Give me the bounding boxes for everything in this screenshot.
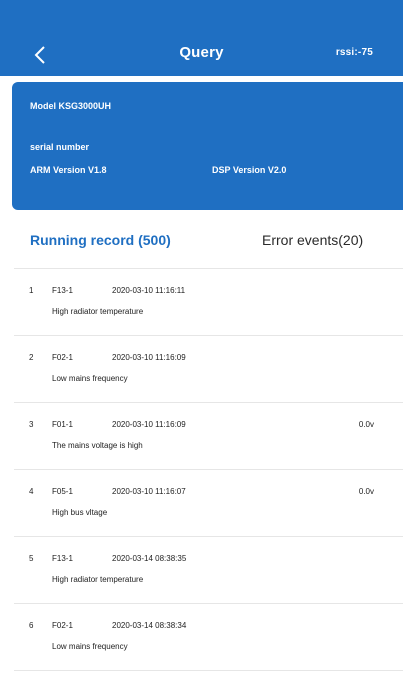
record-code: F13-1 [52, 286, 73, 295]
record-index: 2 [29, 353, 34, 362]
dsp-version: DSP Version V2.0 [212, 165, 287, 175]
record-item[interactable]: 3 F01-1 2020-03-10 11:16:09 0.0v The mains v… [14, 403, 403, 470]
record-description: The mains voltage is high [52, 441, 143, 450]
record-time: 2020-03-10 11:16:07 [112, 487, 186, 496]
record-description: Low mains frequency [52, 374, 128, 383]
record-description: High radiator temperature [52, 307, 144, 316]
record-index: 3 [29, 420, 34, 429]
device-model: Model KSG3000UH [30, 101, 112, 111]
record-code: F13-1 [52, 554, 73, 563]
record-code: F01-1 [52, 420, 73, 429]
record-time: 2020-03-14 08:38:34 [112, 621, 187, 630]
record-code: F05-1 [52, 487, 73, 496]
record-tabs: Running record (500) Error events(20) [0, 220, 403, 260]
record-time: 2020-03-10 11:16:11 [112, 286, 186, 295]
rssi-indicator: rssi:-75 [335, 47, 373, 58]
record-item[interactable]: 4 F05-1 2020-03-10 11:16:07 0.0v High bus vl… [14, 470, 403, 537]
arm-version: ARM Version V1.8 [30, 165, 107, 175]
record-value: 0.0v [358, 420, 374, 429]
tab-error-events[interactable]: Error events(20) [262, 232, 363, 248]
record-list: 1 F13-1 2020-03-10 11:16:11 High radiator t… [14, 268, 403, 671]
serial-number-label: serial number [30, 142, 90, 152]
record-item[interactable]: 6 F02-1 2020-03-14 08:38:34 Low mains frequ… [14, 604, 403, 671]
record-value: 0.0v [358, 487, 374, 496]
record-time: 2020-03-10 11:16:09 [112, 353, 186, 362]
record-time: 2020-03-14 08:38:35 [112, 554, 187, 563]
record-item[interactable]: 1 F13-1 2020-03-10 11:16:11 High radiator t… [14, 269, 403, 336]
tab-running-record[interactable]: Running record (500) [30, 232, 171, 248]
record-index: 1 [29, 286, 34, 295]
record-code: F02-1 [52, 353, 73, 362]
record-index: 6 [29, 621, 34, 630]
record-time: 2020-03-10 11:16:09 [112, 420, 186, 429]
app-header: Query rssi:-75 [0, 0, 403, 76]
record-description: High radiator temperature [52, 575, 144, 584]
record-index: 4 [29, 487, 34, 496]
record-description: High bus vltage [52, 508, 108, 517]
record-index: 5 [29, 554, 34, 563]
record-description: Low mains frequency [52, 642, 128, 651]
record-item[interactable]: 2 F02-1 2020-03-10 11:16:09 Low mains frequ… [14, 336, 403, 403]
device-info-card: Model KSG3000UH serial number ARM Versio… [12, 82, 403, 210]
record-code: F02-1 [52, 621, 73, 630]
record-item[interactable]: 5 F13-1 2020-03-14 08:38:35 High radiator t… [14, 537, 403, 604]
